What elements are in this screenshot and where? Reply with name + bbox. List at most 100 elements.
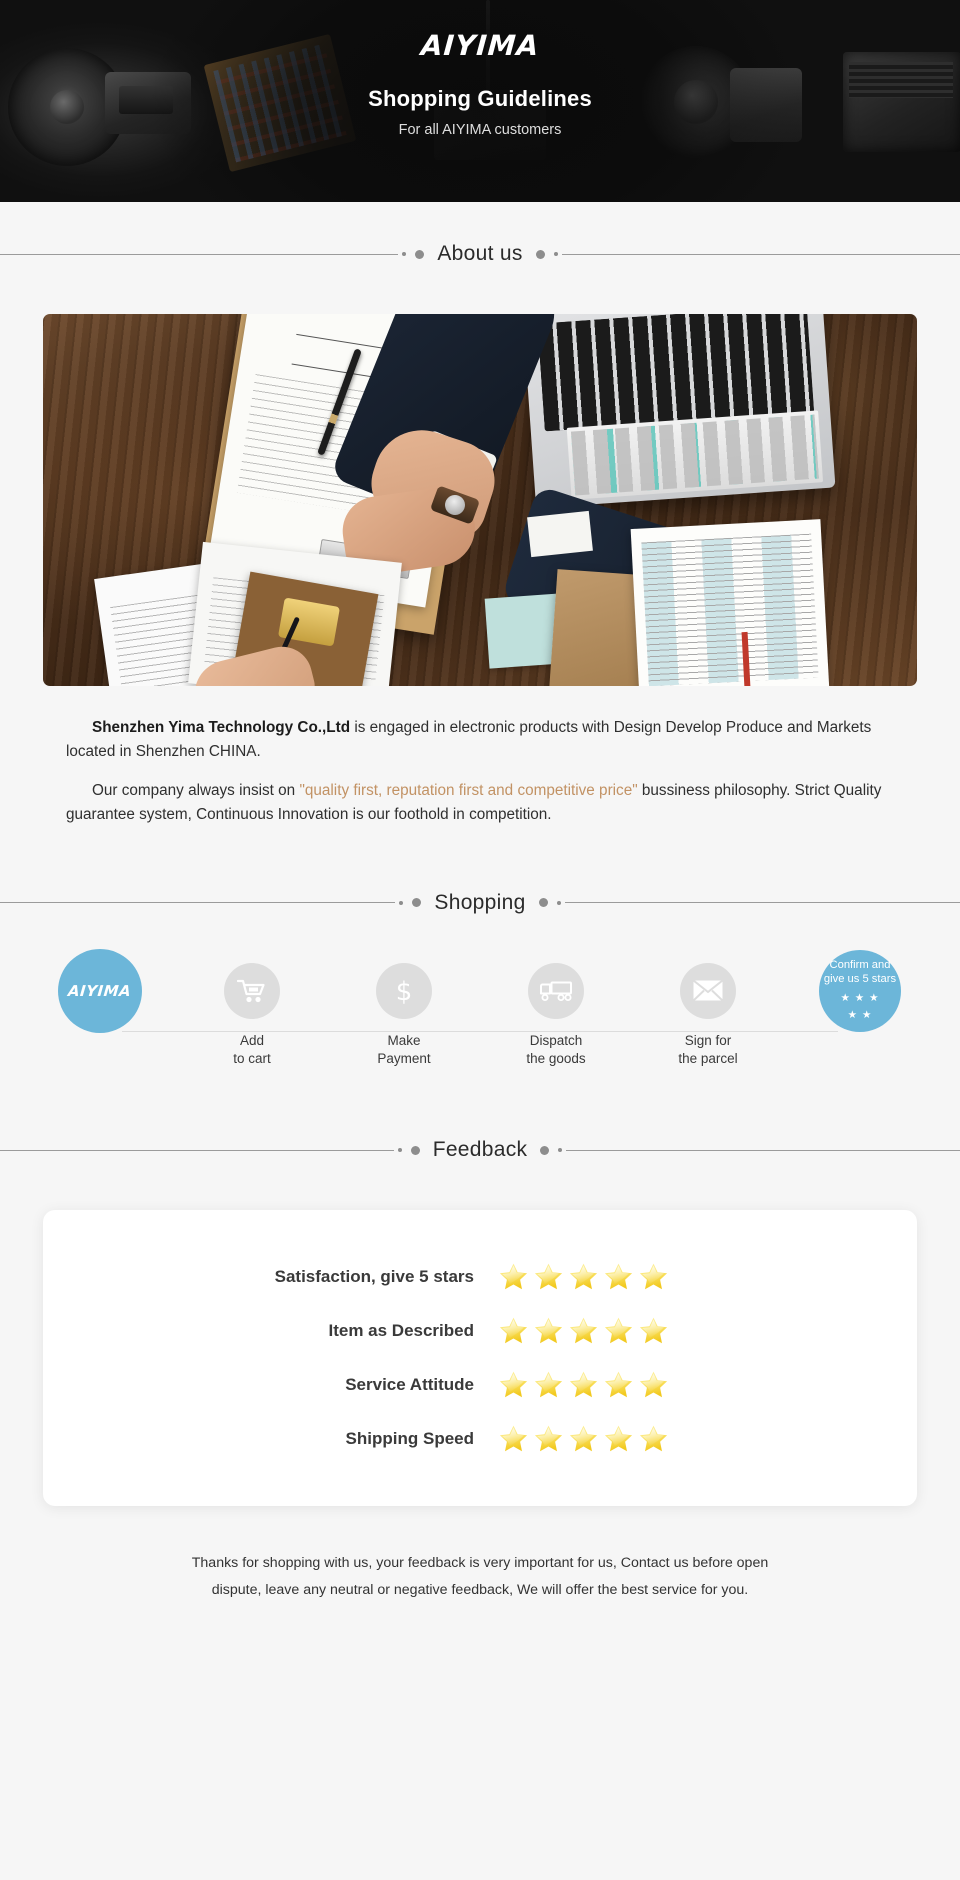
divider-dot-small-right: [558, 1148, 563, 1153]
star-icon: [568, 1370, 599, 1400]
star-icon: [638, 1262, 669, 1292]
hero-content: AIYIMA Shopping Guidelines For all AIYIM…: [0, 0, 960, 138]
shopping-section-title: Shopping: [434, 890, 526, 914]
star-icon: [603, 1262, 634, 1292]
divider-dot-large-left: [410, 1145, 420, 1155]
feedback-star-rating: [498, 1424, 669, 1454]
feedback-row: Service Attitude: [43, 1358, 917, 1412]
laptop-shape: [522, 314, 836, 509]
step-add-to-cart[interactable]: Add to cart: [192, 962, 312, 1068]
star-icon: [498, 1316, 529, 1346]
divider-dot-large-right: [538, 898, 548, 908]
divider-dot-small-right: [556, 900, 561, 905]
divider-dot-large-right: [535, 249, 545, 259]
paper-strip: [527, 510, 593, 558]
feedback-label: Item as Described: [328, 1321, 474, 1341]
aiyima-logo: AIYIMA: [419, 29, 541, 62]
star-icon: [533, 1370, 564, 1400]
step-sign-parcel[interactable]: Sign for the parcel: [648, 962, 768, 1068]
divider-dot-large-left: [415, 249, 425, 259]
divider-dot-small-left: [397, 1148, 402, 1153]
divider-rule-left: [0, 902, 396, 904]
spreadsheet-document: [630, 519, 830, 686]
shopping-divider: Shopping: [0, 891, 960, 915]
svg-text:$: $: [396, 977, 413, 1006]
confirm-stars-1: ★ ★ ★: [840, 992, 880, 1005]
divider-rule-left: [0, 253, 399, 255]
divider-rule-left: [0, 1149, 394, 1151]
step-confirm-rate[interactable]: Confirm and give us 5 stars ★ ★ ★ ★ ★: [800, 949, 920, 1032]
company-name: Shenzhen Yima Technology Co.,Ltd: [92, 719, 351, 736]
star-icon: [498, 1424, 529, 1454]
envelope-icon: [680, 962, 736, 1019]
truck-icon: [528, 962, 584, 1019]
star-icon: [638, 1424, 669, 1454]
dollar-icon: $: [376, 962, 432, 1019]
star-icon: [498, 1262, 529, 1292]
company-motto-quote: "quality first, reputation first and com…: [299, 782, 638, 800]
step-label: Add to cart: [192, 1032, 312, 1068]
step-make-payment[interactable]: $ Make Payment: [344, 962, 464, 1068]
step-dispatch-goods[interactable]: Dispatch the goods: [496, 962, 616, 1068]
step-brand: AIYIMA: [40, 948, 160, 1033]
feedback-row: Satisfaction, give 5 stars: [43, 1250, 917, 1304]
divider-rule-right: [566, 1149, 960, 1151]
star-icon: [568, 1316, 599, 1346]
divider-dot-large-left: [412, 898, 422, 908]
about-paragraph-1: Shenzhen Yima Technology Co.,Ltd is enga…: [66, 716, 894, 763]
step-label-line2: Payment: [377, 1051, 431, 1067]
step-label: Make Payment: [344, 1032, 464, 1068]
star-icon: [603, 1370, 634, 1400]
star-icon: [498, 1370, 529, 1400]
shopping-cart-icon: [224, 962, 280, 1019]
feedback-star-rating: [498, 1370, 669, 1400]
star-icon: [533, 1316, 564, 1346]
feedback-card: Satisfaction, give 5 stars Item as Descr…: [43, 1210, 917, 1507]
star-icon: [638, 1370, 669, 1400]
step-label-line2: to cart: [233, 1051, 271, 1067]
hero-title: Shopping Guidelines: [368, 86, 592, 111]
divider-dot-small-right: [553, 252, 558, 256]
star-icon: [568, 1262, 599, 1292]
divider-dot-small-left: [399, 900, 404, 905]
divider-rule-right: [564, 902, 960, 904]
step-label-line2: the goods: [526, 1051, 586, 1067]
confirm-stars-row-1: ★ ★ ★: [840, 989, 879, 1005]
about-section: About us Shenzhen Yima Technology Co.,Lt…: [0, 202, 960, 827]
step-label-line1: Make: [387, 1032, 421, 1048]
feedback-section-title: Feedback: [432, 1138, 528, 1162]
step-logo-label: AIYIMA: [67, 981, 133, 1000]
feedback-row: Shipping Speed: [43, 1412, 917, 1466]
about-text-block: Shenzhen Yima Technology Co.,Ltd is enga…: [0, 686, 960, 827]
star-icon: [533, 1424, 564, 1454]
confirm-text-line2: give us 5 stars: [823, 972, 897, 985]
hero-subtitle: For all AIYIMA customers: [398, 122, 562, 138]
divider-dot-large-right: [540, 1145, 550, 1155]
star-icon: [533, 1262, 564, 1292]
aiyima-logo-icon: AIYIMA: [58, 948, 142, 1033]
confirm-inner: Confirm and give us 5 stars ★ ★ ★ ★ ★: [824, 959, 896, 1022]
about-photo-wrapper: [0, 266, 960, 686]
footer-line-2: dispute, leave any neutral or negative f…: [211, 1581, 749, 1598]
step-label-line1: Dispatch: [529, 1032, 583, 1048]
star-icon: [638, 1316, 669, 1346]
feedback-label: Service Attitude: [345, 1375, 474, 1395]
step-label: Dispatch the goods: [496, 1032, 616, 1068]
about-divider: About us: [0, 242, 960, 266]
shopping-guidelines-page: AIYIMA Shopping Guidelines For all AIYIM…: [0, 0, 960, 1880]
step-label: Sign for the parcel: [648, 1032, 768, 1068]
step-label-line1: Add: [239, 1032, 265, 1048]
feedback-row: Item as Described: [43, 1304, 917, 1358]
hero-banner: AIYIMA Shopping Guidelines For all AIYIM…: [0, 0, 960, 202]
divider-rule-right: [561, 253, 960, 255]
shopping-section: Shopping AIYIMA Add to cart $ Make Payme…: [0, 891, 960, 1068]
footer-note: Thanks for shopping with us, your feedba…: [0, 1550, 960, 1637]
about-paragraph-2: Our company always insist on "quality fi…: [66, 779, 894, 826]
divider-dot-small-left: [402, 252, 407, 256]
confirm-text-line1: Confirm and: [829, 959, 891, 972]
feedback-label: Satisfaction, give 5 stars: [274, 1267, 474, 1287]
feedback-divider: Feedback: [0, 1138, 960, 1162]
star-icon: [568, 1424, 599, 1454]
about-section-title: About us: [437, 242, 523, 265]
feedback-star-rating: [498, 1262, 669, 1292]
